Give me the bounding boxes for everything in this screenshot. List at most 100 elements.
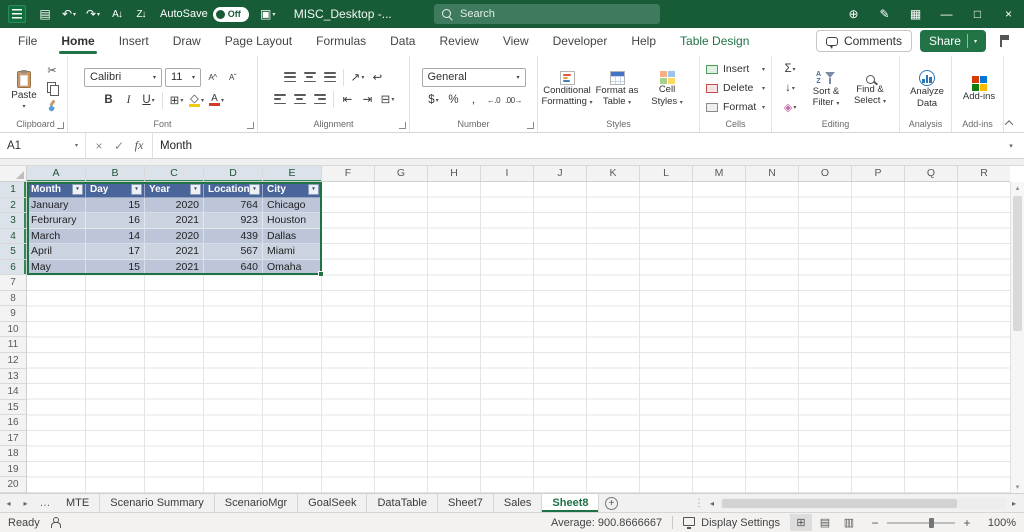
excel-logo-icon[interactable]: [8, 5, 26, 23]
collapse-ribbon-button[interactable]: [1002, 117, 1016, 129]
table-cell[interactable]: Omaha: [263, 259, 322, 276]
row-header-5[interactable]: 5: [0, 244, 26, 260]
tab-review[interactable]: Review: [427, 28, 490, 54]
tab-home[interactable]: Home: [49, 28, 106, 54]
enter-button[interactable]: ✓: [109, 139, 129, 153]
column-header-q[interactable]: Q: [905, 166, 958, 181]
column-header-i[interactable]: I: [481, 166, 534, 181]
insert-button[interactable]: Insert ▾: [704, 61, 767, 78]
globe-icon[interactable]: ⊕: [838, 0, 869, 28]
table-header-cell[interactable]: Location ▾: [204, 182, 263, 198]
table-cell[interactable]: April: [27, 244, 86, 260]
font-size-select[interactable]: 11 ▾: [165, 67, 201, 87]
name-box[interactable]: A1 ▾: [0, 133, 86, 158]
table-cell[interactable]: 2020: [145, 197, 204, 214]
zoom-percentage[interactable]: 100%: [982, 517, 1016, 529]
row-header-14[interactable]: 14: [0, 384, 26, 400]
apps-icon[interactable]: ▦: [900, 0, 931, 28]
scroll-down-icon[interactable]: ▾: [1011, 483, 1024, 491]
accessibility-icon[interactable]: [50, 517, 62, 528]
row-header-16[interactable]: 16: [0, 415, 26, 431]
sheet-tab-scenariomgr[interactable]: ScenarioMgr: [215, 494, 299, 512]
column-header-g[interactable]: G: [375, 166, 428, 181]
sheet-nav-prev[interactable]: ◂: [0, 494, 17, 512]
column-header-d[interactable]: D: [204, 166, 263, 181]
row-header-7[interactable]: 7: [0, 275, 26, 291]
comments-button[interactable]: Comments: [815, 30, 912, 52]
sort-ascending-button[interactable]: A↓: [105, 0, 129, 28]
new-sheet-button[interactable]: +: [599, 494, 623, 512]
sort-filter-button[interactable]: AZ Sort & Filter ▾: [804, 67, 848, 110]
decrease-font-button[interactable]: Aˇ: [224, 69, 241, 86]
column-header-n[interactable]: N: [746, 166, 799, 181]
table-cell[interactable]: 923: [204, 213, 263, 229]
table-cell[interactable]: Miami: [263, 244, 322, 260]
column-header-m[interactable]: M: [693, 166, 746, 181]
row-header-19[interactable]: 19: [0, 462, 26, 478]
fill-color-button[interactable]: ◇ ▾: [188, 92, 205, 109]
tab-table-design[interactable]: Table Design: [668, 28, 761, 54]
percent-style-button[interactable]: %: [445, 92, 462, 109]
bold-button[interactable]: B: [100, 92, 117, 109]
zoom-out-button[interactable]: −: [870, 516, 880, 530]
pencil-icon[interactable]: ✎: [869, 0, 900, 28]
table-cell[interactable]: March: [27, 228, 86, 245]
row-header-18[interactable]: 18: [0, 446, 26, 462]
number-dialog-launcher[interactable]: [527, 122, 534, 129]
align-bottom-button[interactable]: [321, 69, 338, 86]
comma-style-button[interactable]: ,: [465, 92, 482, 109]
sheet-tab-sales[interactable]: Sales: [494, 494, 543, 512]
row-header-4[interactable]: 4: [0, 228, 26, 245]
page-break-view-button[interactable]: ▥: [838, 514, 860, 531]
decrease-decimal-button[interactable]: .00→: [505, 92, 523, 109]
normal-view-button[interactable]: ⊞: [790, 514, 812, 531]
copy-button[interactable]: [43, 81, 61, 96]
row-header-12[interactable]: 12: [0, 353, 26, 369]
increase-decimal-button[interactable]: ←.0: [485, 92, 502, 109]
tab-draw[interactable]: Draw: [161, 28, 213, 54]
close-button[interactable]: ×: [993, 0, 1024, 28]
table-cell[interactable]: 14: [86, 228, 145, 245]
row-header-10[interactable]: 10: [0, 322, 26, 338]
italic-button[interactable]: I: [120, 92, 137, 109]
table-cell[interactable]: Houston: [263, 213, 322, 229]
table-header-cell[interactable]: Day ▾: [86, 182, 145, 198]
select-all-button[interactable]: [0, 166, 27, 182]
tab-developer[interactable]: Developer: [541, 28, 620, 54]
conditional-formatting-button[interactable]: Conditional Formatting ▾: [541, 68, 593, 109]
column-header-p[interactable]: P: [852, 166, 905, 181]
increase-indent-button[interactable]: ⇥: [359, 91, 376, 108]
row-header-17[interactable]: 17: [0, 431, 26, 447]
center-button[interactable]: [291, 91, 308, 108]
table-cell[interactable]: 15: [86, 197, 145, 214]
filter-button[interactable]: ▾: [308, 183, 319, 195]
redo-button[interactable]: ↷ ▾: [81, 0, 105, 28]
table-cell[interactable]: 439: [204, 228, 263, 245]
align-middle-button[interactable]: [301, 69, 318, 86]
page-layout-view-button[interactable]: ▤: [814, 514, 836, 531]
table-cell[interactable]: 764: [204, 197, 263, 214]
sheet-tab-sheet8[interactable]: Sheet8: [542, 494, 600, 512]
fill-handle[interactable]: [318, 271, 324, 278]
scroll-right-icon[interactable]: ▸: [1006, 499, 1022, 508]
column-header-j[interactable]: J: [534, 166, 587, 181]
row-header-9[interactable]: 9: [0, 306, 26, 322]
table-cell[interactable]: 2021: [145, 259, 204, 276]
workbook-icon[interactable]: ▤: [33, 0, 57, 28]
filter-button[interactable]: ▾: [190, 183, 201, 195]
alignment-dialog-launcher[interactable]: [399, 122, 406, 129]
column-header-k[interactable]: K: [587, 166, 640, 181]
table-cell[interactable]: 567: [204, 244, 263, 260]
column-header-o[interactable]: O: [799, 166, 852, 181]
font-dialog-launcher[interactable]: [247, 122, 254, 129]
format-as-table-button[interactable]: Format as Table ▾: [592, 68, 642, 109]
tab-help[interactable]: Help: [619, 28, 668, 54]
search-input[interactable]: [460, 8, 652, 20]
formula-input[interactable]: Month: [153, 133, 998, 158]
tab-splitter[interactable]: ⋮: [694, 498, 704, 509]
scroll-left-icon[interactable]: ◂: [704, 499, 720, 508]
format-button[interactable]: Format ▾: [704, 99, 767, 116]
expand-formula-bar-button[interactable]: ▾: [998, 133, 1024, 158]
row-header-13[interactable]: 13: [0, 369, 26, 385]
row-header-1[interactable]: 1: [0, 182, 26, 198]
